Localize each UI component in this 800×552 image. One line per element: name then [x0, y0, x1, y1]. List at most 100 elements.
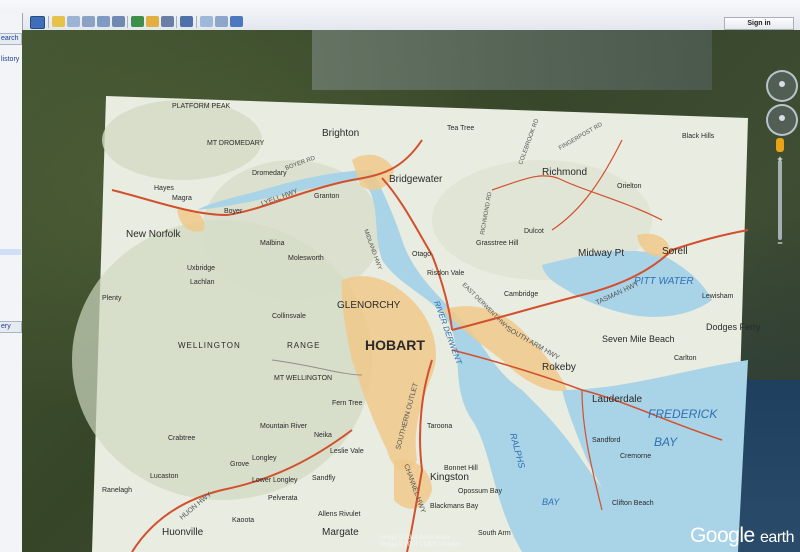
place-label: Boyer	[224, 208, 243, 215]
sidebar: earch listory ery	[0, 13, 23, 552]
selected-row	[0, 249, 21, 255]
place-label: Lachlan	[190, 279, 215, 286]
history-link[interactable]: listory	[0, 55, 21, 65]
place-label: Magra	[172, 195, 192, 202]
place-label: Grasstree Hill	[476, 240, 519, 247]
path-button[interactable]	[82, 16, 95, 27]
image-overlay-button[interactable]	[97, 16, 110, 27]
place-label: Longley	[252, 455, 277, 462]
place-label: Dromedary	[252, 170, 287, 177]
move-joystick-center	[779, 115, 785, 121]
place-label: Sorell	[662, 246, 688, 257]
place-label: Collinsvale	[272, 313, 306, 320]
record-tour-button[interactable]	[112, 16, 125, 27]
place-label: Risdon Vale	[427, 270, 464, 277]
place-label: MT DROMEDARY	[207, 140, 265, 147]
zoom-out-button[interactable]: −	[775, 238, 785, 248]
place-label: WELLINGTON	[178, 341, 241, 350]
place-label: Allens Rivulet	[318, 511, 360, 518]
place-label: Crabtree	[168, 435, 195, 442]
place-label: Molesworth	[288, 255, 324, 262]
planets-button[interactable]	[161, 16, 174, 27]
place-label: RANGE	[287, 341, 320, 350]
sidebar-toggle-button[interactable]	[30, 16, 45, 29]
place-label: Kaoota	[232, 517, 254, 524]
place-label: Sandfly	[312, 475, 336, 482]
place-label: Cambridge	[504, 291, 538, 298]
place-label: Orielton	[617, 183, 642, 190]
place-label: Otago	[412, 251, 431, 258]
place-label: Blackmans Bay	[430, 503, 479, 510]
look-joystick[interactable]	[766, 70, 798, 102]
place-label: Clifton Beach	[612, 500, 654, 507]
place-label: Granton	[314, 193, 339, 200]
place-label: Black Hills	[682, 133, 715, 140]
water-label: FREDERICK	[648, 407, 718, 421]
attribution-line: Image © 2014 CNES / Astrium	[380, 542, 462, 548]
place-label: Taroona	[427, 423, 452, 430]
place-label: Seven Mile Beach	[602, 334, 675, 344]
tour-button[interactable]: ery	[0, 321, 22, 333]
place-label: Mountain River	[260, 423, 308, 430]
toolbar-divider	[48, 16, 49, 28]
place-label: Hayes	[154, 185, 174, 192]
place-label: Ranelagh	[102, 487, 132, 494]
attribution-line: Image © 2014 Aerometrex	[380, 535, 451, 541]
move-joystick[interactable]	[766, 104, 798, 136]
place-label: Lucaston	[150, 473, 179, 480]
logo-brand: Google	[689, 524, 755, 547]
look-joystick-center	[779, 81, 785, 87]
toolbar: Sign in	[0, 0, 800, 31]
place-label: Carlton	[674, 355, 697, 362]
ruler-button[interactable]	[180, 16, 193, 27]
place-label: Tea Tree	[447, 125, 474, 132]
water-label: BAY	[542, 497, 560, 507]
place-label: Lauderdale	[592, 394, 642, 405]
place-label: Sandford	[592, 437, 621, 444]
sunlight-button[interactable]	[146, 16, 159, 27]
navigation-controls: + −	[766, 70, 798, 250]
toolbar-divider	[196, 16, 197, 28]
place-label: Leslie Vale	[330, 448, 364, 455]
place-label: Grove	[230, 461, 249, 468]
toolbar-divider	[176, 16, 177, 28]
place-label: Malbina	[260, 240, 285, 247]
place-label: Huonville	[162, 527, 204, 538]
place-label: GLENORCHY	[337, 300, 401, 311]
place-label: Plenty	[102, 295, 122, 302]
place-label: Dodges Ferry	[706, 322, 761, 332]
search-button[interactable]: earch	[0, 33, 22, 45]
place-label: Fern Tree	[332, 400, 362, 407]
place-label: Midway Pt	[578, 248, 624, 259]
place-label: Richmond	[542, 167, 587, 178]
place-label: New Norfolk	[126, 229, 181, 240]
sign-in-button[interactable]: Sign in	[724, 17, 794, 30]
place-label: Uxbridge	[187, 265, 215, 272]
place-label: Lower Longley	[252, 477, 298, 484]
logo-product: earth	[760, 529, 794, 546]
water-label: PITT WATER	[634, 276, 694, 287]
place-label: Dulcot	[524, 228, 544, 235]
view-in-maps-button[interactable]	[230, 16, 243, 27]
map-view[interactable]: PLATFORM PEAK Brighton Tea Tree Dromedar…	[22, 30, 800, 552]
place-label: South Arm	[478, 530, 511, 537]
imagery-attribution: Image © 2014 Aerometrex Image © 2014 CNE…	[380, 535, 461, 549]
street-view-pegman-icon[interactable]	[776, 138, 784, 152]
place-label: Cremorne	[620, 453, 651, 460]
place-label: PLATFORM PEAK	[172, 103, 231, 110]
place-label: Bridgewater	[389, 174, 443, 185]
place-label: Rokeby	[542, 362, 576, 373]
placemark-button[interactable]	[52, 16, 65, 27]
historical-imagery-button[interactable]	[131, 16, 144, 27]
water-label: BAY	[654, 435, 678, 449]
print-button[interactable]	[215, 16, 228, 27]
zoom-slider[interactable]	[778, 160, 782, 240]
place-label: Kingston	[430, 472, 469, 483]
email-button[interactable]	[200, 16, 213, 27]
place-label: Lewisham	[702, 293, 734, 300]
place-label: HOBART	[365, 337, 425, 353]
polygon-button[interactable]	[67, 16, 80, 27]
place-label: Neika	[314, 432, 332, 439]
map-overlay: PLATFORM PEAK Brighton Tea Tree Dromedar…	[72, 96, 761, 552]
place-label: Brighton	[322, 128, 359, 139]
